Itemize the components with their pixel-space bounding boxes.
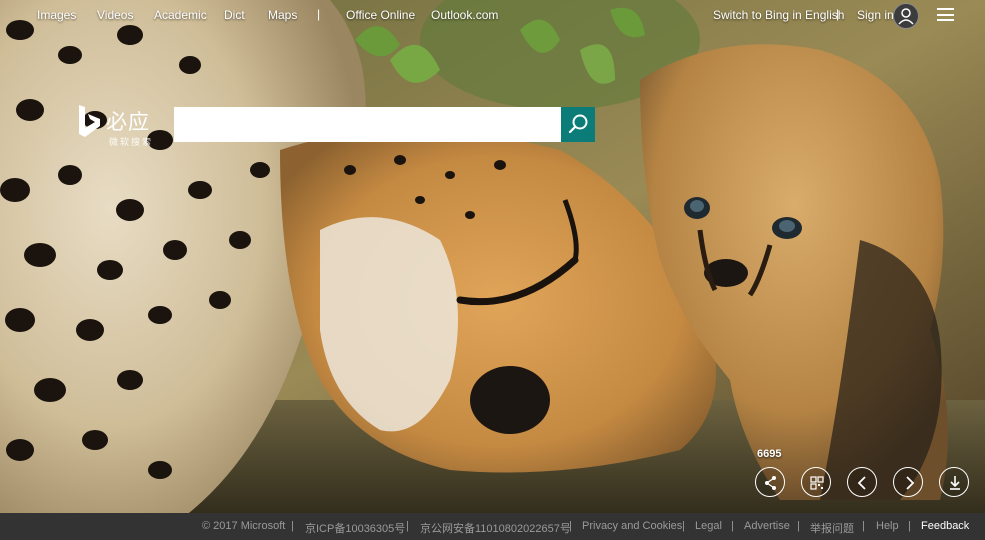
switch-language-link[interactable]: Switch to Bing in English: [713, 8, 844, 22]
previous-image-button[interactable]: [847, 467, 877, 497]
nav-link-maps[interactable]: Maps: [268, 8, 297, 22]
logo-subtitle: 微软搜索: [109, 138, 154, 148]
footer-separator: |: [731, 520, 734, 532]
background-image: [0, 0, 985, 540]
footer-separator: |: [908, 520, 911, 532]
share-button[interactable]: [755, 467, 785, 497]
chevron-right-icon: [906, 476, 915, 490]
share-icon: [765, 476, 776, 490]
footer-link-public-security[interactable]: 京公网安备11010802022657号: [420, 520, 571, 536]
top-nav: Images Videos Academic Dict Maps | Offic…: [0, 0, 985, 30]
hamburger-menu-icon[interactable]: [937, 8, 954, 21]
next-image-button[interactable]: [893, 467, 923, 497]
nav-link-office-online[interactable]: Office Online: [346, 8, 415, 22]
sign-in-link[interactable]: Sign in: [857, 8, 894, 22]
search-icon: [568, 114, 588, 134]
nav-separator: |: [836, 7, 840, 21]
nav-link-academic[interactable]: Academic: [154, 8, 207, 22]
nav-link-dict[interactable]: Dict: [224, 8, 245, 22]
qr-code-icon: [810, 476, 824, 490]
copyright-text: © 2017 Microsoft: [202, 520, 286, 532]
footer-link-legal[interactable]: Legal: [695, 520, 722, 532]
footer-separator: |: [682, 520, 685, 532]
footer-link-help[interactable]: Help: [876, 520, 899, 532]
nav-link-outlook[interactable]: Outlook.com: [431, 8, 498, 22]
nav-link-images[interactable]: Images: [37, 8, 76, 22]
footer-link-advertise[interactable]: Advertise: [744, 520, 790, 532]
footer-link-feedback[interactable]: Feedback: [921, 520, 969, 532]
footer: © 2017 Microsoft | 京ICP备10036305号 | 京公网安…: [0, 513, 985, 540]
footer-separator: |: [797, 520, 800, 532]
download-icon: [950, 476, 960, 490]
footer-separator: |: [569, 520, 572, 532]
logo-title: 必应: [106, 110, 150, 134]
bing-logo[interactable]: 必应 微软搜索: [76, 104, 168, 148]
footer-link-report[interactable]: 举报问题: [810, 520, 854, 536]
qr-code-button[interactable]: [801, 467, 831, 497]
nav-separator: |: [317, 7, 321, 21]
footer-link-icp[interactable]: 京ICP备10036305号: [305, 520, 405, 536]
bing-logo-icon: [79, 105, 100, 137]
footer-separator: |: [862, 520, 865, 532]
download-button[interactable]: [939, 467, 969, 497]
footer-link-privacy[interactable]: Privacy and Cookies: [582, 520, 682, 532]
footer-separator: |: [406, 520, 409, 532]
image-counter: 6695: [757, 448, 782, 460]
search-input[interactable]: [174, 107, 561, 142]
search-button[interactable]: [561, 107, 595, 142]
nav-link-videos[interactable]: Videos: [97, 8, 133, 22]
footer-separator: |: [291, 520, 294, 532]
avatar-icon[interactable]: [893, 3, 919, 29]
chevron-left-icon: [857, 476, 866, 490]
